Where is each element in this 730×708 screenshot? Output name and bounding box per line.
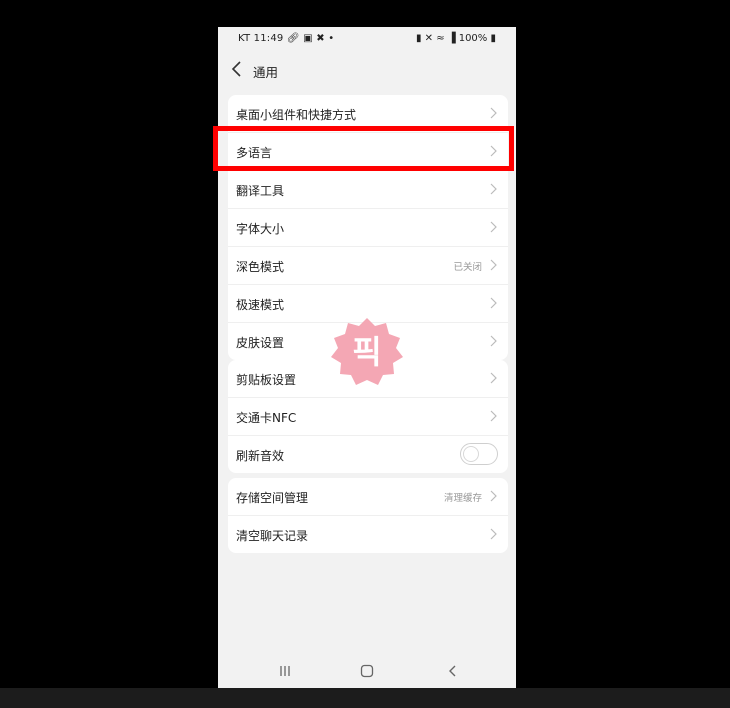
item-label: 字体大小 <box>236 222 285 236</box>
item-label: 剪贴板设置 <box>236 373 297 387</box>
chevron-right-icon <box>490 372 497 384</box>
status-left: KT 11:49 🔗︎ ▣ ✖ • <box>238 33 334 44</box>
battery-icon: ▮ <box>490 33 496 44</box>
item-label: 皮肤设置 <box>236 336 285 350</box>
link-icon: 🔗︎ <box>286 33 300 44</box>
missed-call-icon: ✖ <box>316 33 325 44</box>
item-value: 已关闭 <box>453 262 482 273</box>
home-icon <box>360 664 374 678</box>
chevron-right-icon <box>490 297 497 309</box>
recent-apps-button[interactable] <box>278 663 292 682</box>
item-dark-mode[interactable]: 深色模式 已关闭 <box>228 247 508 285</box>
recent-apps-icon <box>280 666 290 676</box>
item-label: 存储空间管理 <box>236 491 309 505</box>
item-label: 极速模式 <box>236 298 285 312</box>
item-label: 刷新音效 <box>236 449 285 463</box>
battery-saver-icon: ▮ <box>415 33 422 44</box>
item-clear-chat-history[interactable]: 清空聊天记录 <box>228 516 508 553</box>
home-button[interactable] <box>360 663 374 682</box>
refresh-sound-toggle[interactable] <box>460 443 498 465</box>
item-storage-management[interactable]: 存储空间管理 清理缓存 <box>228 478 508 516</box>
mute-icon: ✕ <box>424 33 434 44</box>
chevron-right-icon <box>490 490 497 502</box>
back-button[interactable] <box>230 60 244 78</box>
wifi-icon: ≈ <box>436 33 445 44</box>
item-label: 翻译工具 <box>236 184 285 198</box>
status-right: ▮ ✕ ≈ ▐ 100% ▮ <box>416 33 496 44</box>
item-translate-tool[interactable]: 翻译工具 <box>228 171 508 209</box>
item-transit-card-nfc[interactable]: 交通卡NFC <box>228 398 508 436</box>
back-nav-icon <box>449 665 456 677</box>
page-title: 通用 <box>253 65 279 80</box>
chevron-right-icon <box>490 528 497 540</box>
carrier-time: KT 11:49 <box>238 33 284 44</box>
chevron-right-icon <box>490 107 497 119</box>
highlight-box <box>213 126 514 171</box>
back-nav-button[interactable] <box>446 663 460 682</box>
chevron-right-icon <box>490 183 497 195</box>
page-header: 通用 <box>218 55 516 85</box>
status-bar: KT 11:49 🔗︎ ▣ ✖ • ▮ ✕ ≈ ▐ 100% ▮ <box>218 27 516 51</box>
image-icon: ▣ <box>303 33 313 44</box>
chevron-right-icon <box>490 221 497 233</box>
dot-icon: • <box>328 33 335 44</box>
item-label: 交通卡NFC <box>236 411 297 425</box>
battery-text: 100% <box>458 33 488 44</box>
item-label: 桌面小组件和快捷方式 <box>236 108 357 122</box>
item-label: 清空聊天记录 <box>236 529 309 543</box>
settings-group-storage: 存储空间管理 清理缓存 清空聊天记录 <box>228 478 508 553</box>
toggle-knob <box>463 446 479 462</box>
signal-icon: ▐ <box>447 33 456 44</box>
bottom-strip <box>0 688 730 708</box>
item-font-size[interactable]: 字体大小 <box>228 209 508 247</box>
chevron-right-icon <box>490 259 497 271</box>
item-refresh-sound: 刷新音效 <box>228 436 508 473</box>
chevron-right-icon <box>490 335 497 347</box>
navigation-bar <box>218 658 516 688</box>
chevron-left-icon <box>231 61 241 77</box>
watermark-badge: 픽 <box>329 316 405 392</box>
chevron-right-icon <box>490 410 497 422</box>
item-value: 清理缓存 <box>443 493 482 504</box>
watermark-text: 픽 <box>352 333 382 371</box>
item-label: 深色模式 <box>236 260 285 274</box>
